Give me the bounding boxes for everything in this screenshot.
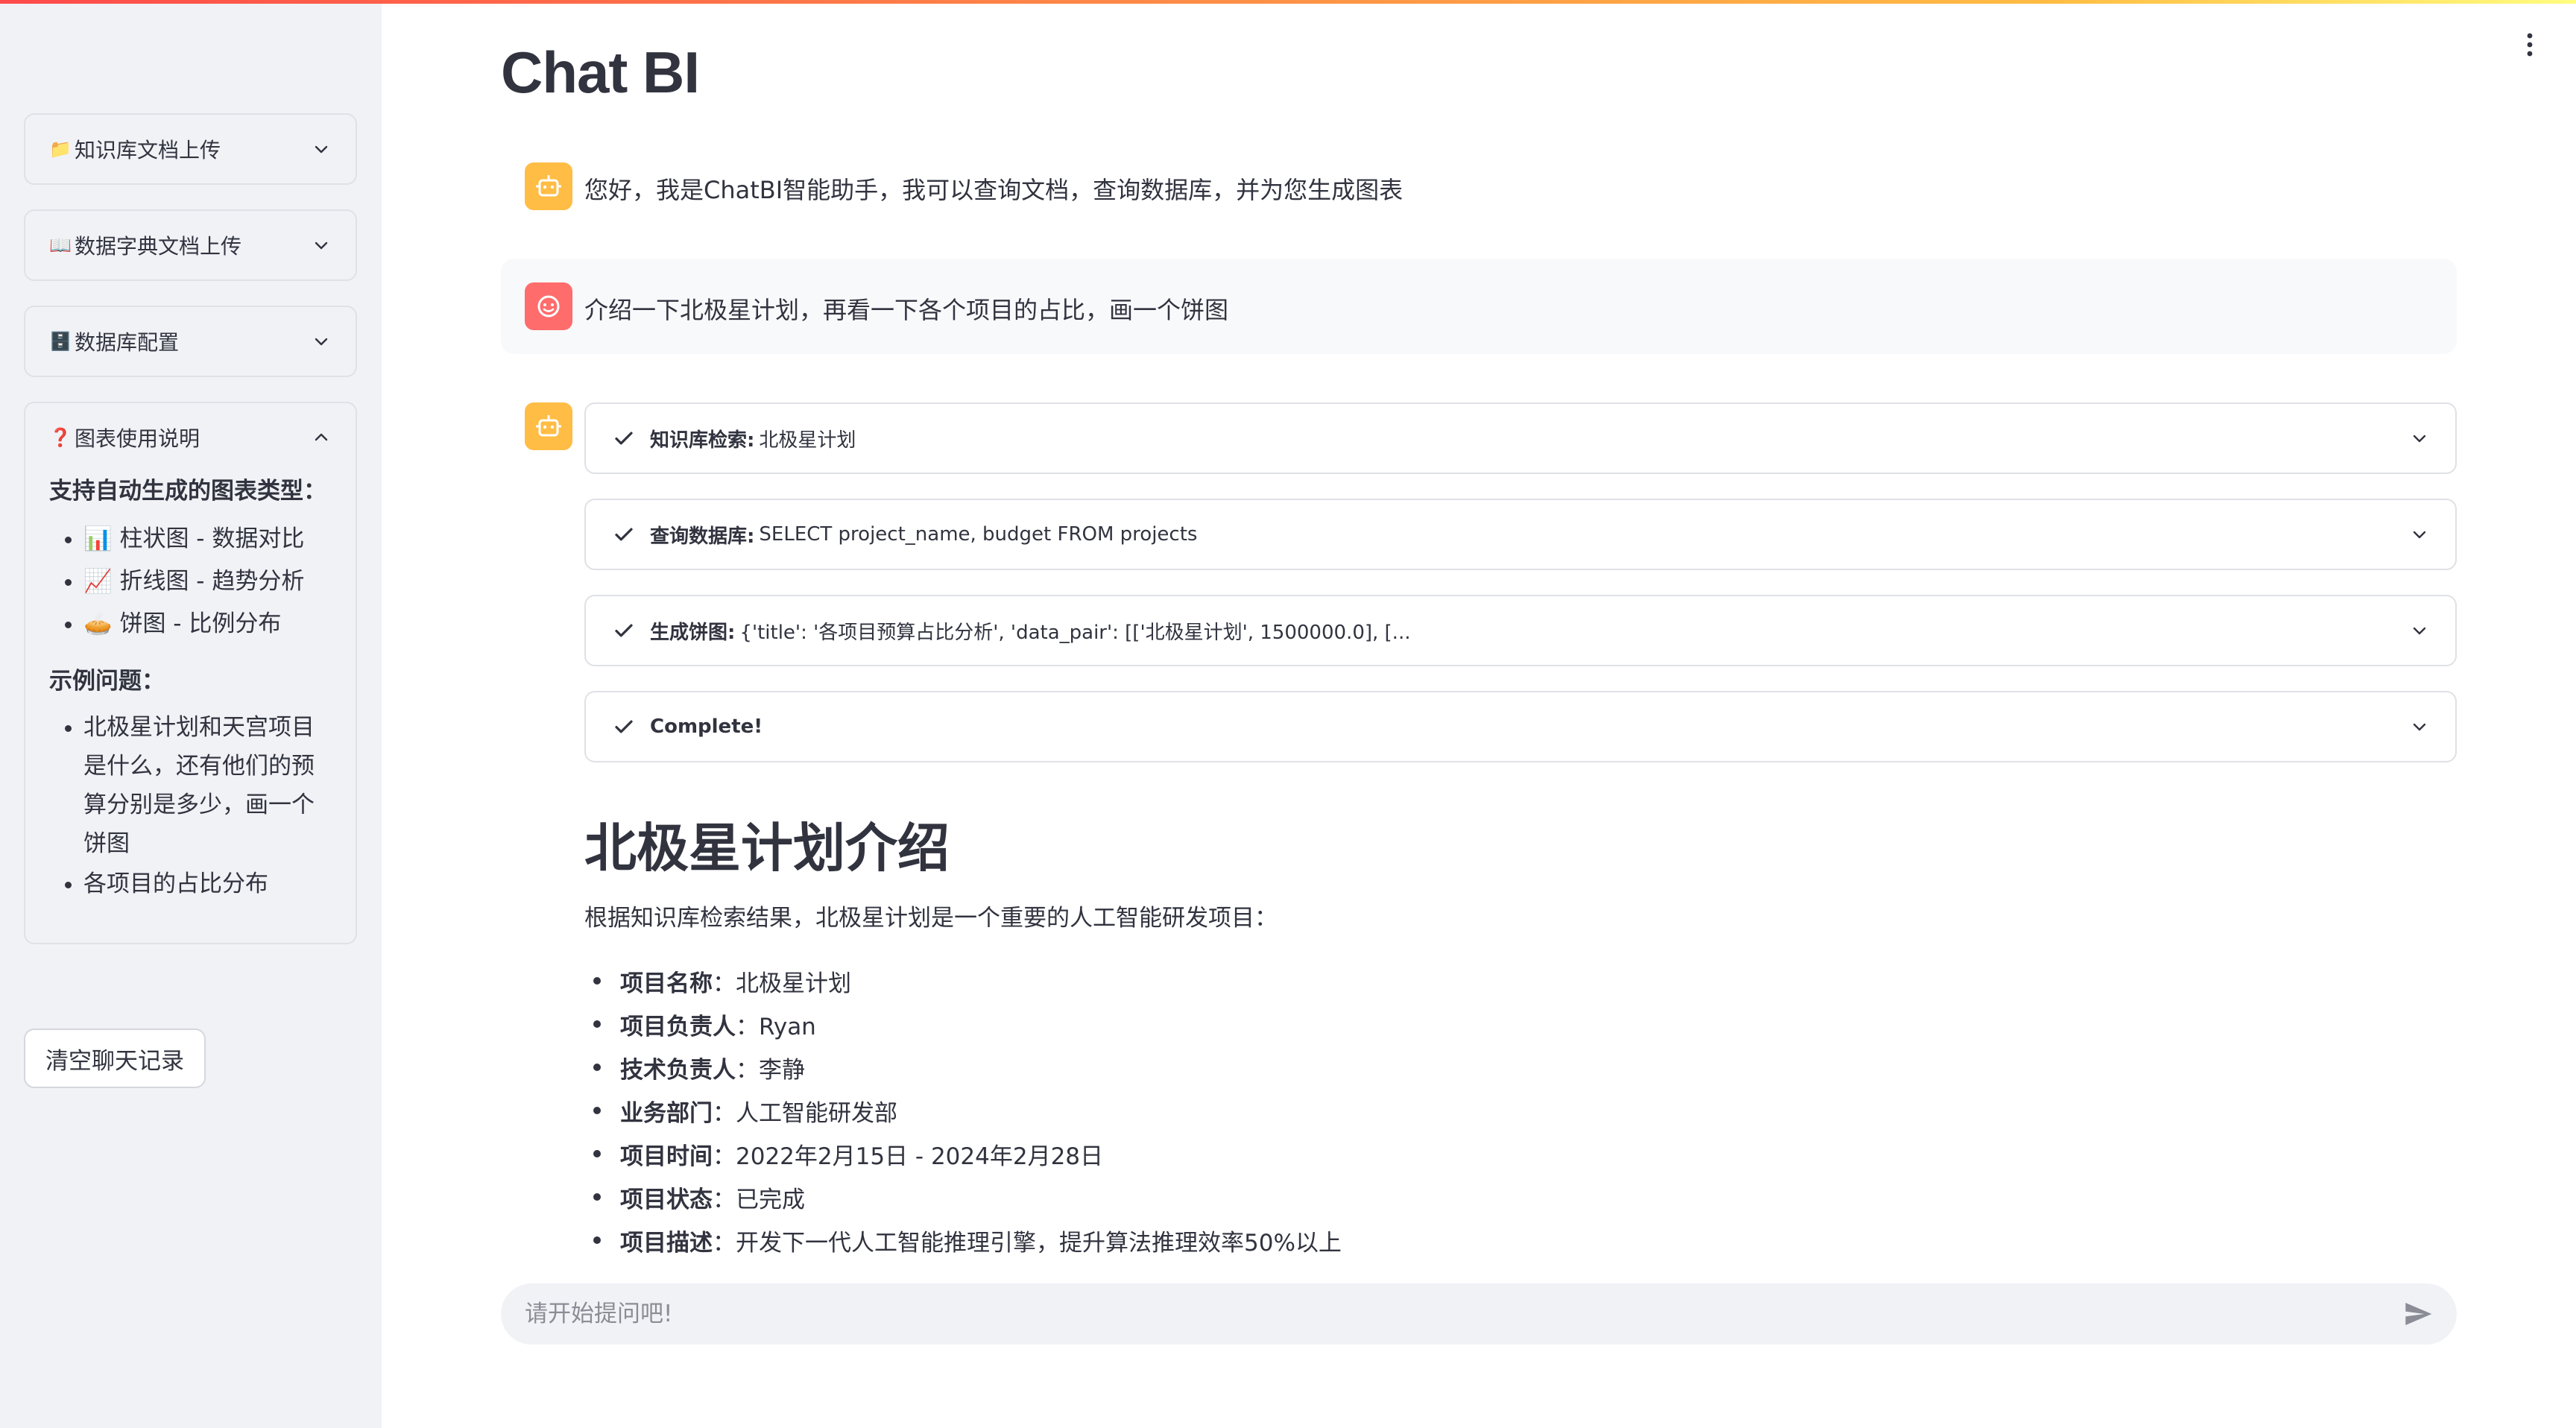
expander-label: 数据库配置 xyxy=(75,330,180,355)
detail-value: ：Ryan xyxy=(736,1013,816,1040)
assistant-greeting: 您好，我是ChatBI智能助手，我可以查询文档，查询数据库，并为您生成图表 xyxy=(584,176,1404,204)
detail-value: ：2022年2月15日 - 2024年2月28日 xyxy=(713,1143,1104,1170)
detail-value: ：北极星计划 xyxy=(713,970,851,997)
chevron-down-icon xyxy=(315,145,328,154)
detail-value: ：开发下一代人工智能推理引擎，提升算法推理效率50%以上 xyxy=(713,1229,1342,1257)
check-icon xyxy=(615,624,633,637)
expander-kb-upload[interactable]: 📁 知识库文档上传 xyxy=(24,113,357,185)
list-item: 业务部门 ：人工智能研发部 xyxy=(584,1089,1342,1132)
sidebar: 📁 知识库文档上传 📖 数据字典文档上传 🗄️ 数据库配置 ❓ 图表使用说明 支… xyxy=(0,4,382,1428)
robot-icon xyxy=(536,175,561,197)
expander-dict-upload[interactable]: 📖 数据字典文档上传 xyxy=(24,209,357,281)
chevron-down-icon xyxy=(2413,531,2426,539)
list-item: 技术负责人 ：李静 xyxy=(584,1046,1342,1089)
list-item: 北极星计划和天宫项目是什么，还有他们的预算分别是多少，画一个饼图 xyxy=(83,708,332,863)
more-vertical-icon[interactable] xyxy=(2521,31,2539,58)
chevron-up-icon xyxy=(315,433,328,441)
expander-label: 数据字典文档上传 xyxy=(75,234,242,259)
step-complete[interactable]: Complete! xyxy=(584,691,2457,762)
chevron-down-icon xyxy=(315,241,328,250)
clear-chat-button[interactable]: 清空聊天记录 xyxy=(24,1029,206,1088)
answer-heading: 北极星计划介绍 xyxy=(584,818,950,879)
examples-list: 北极星计划和天宫项目是什么，还有他们的预算分别是多少，画一个饼图 各项目的占比分… xyxy=(49,708,332,906)
detail-key: 项目时间 xyxy=(620,1143,713,1170)
robot-icon xyxy=(536,415,561,437)
step-value: {'title': '各项目预算占比分析', 'data_pair': [['北… xyxy=(739,621,1411,644)
chevron-down-icon xyxy=(2413,627,2426,635)
list-item: 📊 柱状图 - 数据对比 xyxy=(83,518,332,560)
folder-icon: 📁 xyxy=(49,139,72,159)
step-value: SELECT project_name, budget FROM project… xyxy=(759,523,1198,546)
database-icon: 🗄️ xyxy=(49,331,72,352)
page-title: Chat BI xyxy=(501,40,700,105)
expander-chart-help[interactable]: ❓ 图表使用说明 支持自动生成的图表类型： 📊 柱状图 - 数据对比 📈 折线图… xyxy=(24,402,357,944)
step-label: 知识库检索: xyxy=(650,429,755,452)
detail-key: 项目描述 xyxy=(620,1229,713,1257)
expander-label: 知识库文档上传 xyxy=(75,138,221,162)
step-kb-search[interactable]: 知识库检索: 北极星计划 xyxy=(584,402,2457,474)
list-item: 🥧 饼图 - 比例分布 xyxy=(83,603,332,645)
chevron-down-icon xyxy=(2413,435,2426,443)
step-label: Complete! xyxy=(650,715,763,738)
send-icon[interactable] xyxy=(2403,1299,2433,1329)
chevron-down-icon xyxy=(315,338,328,346)
detail-value: ：人工智能研发部 xyxy=(713,1099,897,1127)
detail-value: ：李静 xyxy=(736,1056,805,1084)
chat-input[interactable] xyxy=(525,1301,2403,1327)
list-item: 项目状态 ：已完成 xyxy=(584,1175,1342,1219)
chevron-down-icon xyxy=(2413,723,2426,731)
detail-key: 技术负责人 xyxy=(620,1056,736,1084)
chart-types-list: 📊 柱状图 - 数据对比 📈 折线图 - 趋势分析 🥧 饼图 - 比例分布 xyxy=(49,518,332,645)
check-icon xyxy=(615,720,633,733)
step-value: 北极星计划 xyxy=(759,429,856,452)
step-pie-chart[interactable]: 生成饼图: {'title': '各项目预算占比分析', 'data_pair'… xyxy=(584,595,2457,666)
user-avatar xyxy=(525,282,572,330)
list-item: 项目负责人 ：Ryan xyxy=(584,1002,1342,1046)
step-label: 生成饼图: xyxy=(650,621,736,644)
detail-key: 项目负责人 xyxy=(620,1013,736,1040)
assistant-avatar xyxy=(525,402,572,450)
detail-value: ：已完成 xyxy=(713,1186,805,1213)
list-item: 项目描述 ：开发下一代人工智能推理引擎，提升算法推理效率50%以上 xyxy=(584,1219,1342,1262)
detail-key: 业务部门 xyxy=(620,1099,713,1127)
list-item: 项目名称 ：北极星计划 xyxy=(584,959,1342,1002)
step-db-query[interactable]: 查询数据库: SELECT project_name, budget FROM … xyxy=(584,499,2457,570)
list-item: 📈 折线图 - 趋势分析 xyxy=(83,560,332,603)
chart-help-content: 支持自动生成的图表类型： 📊 柱状图 - 数据对比 📈 折线图 - 趋势分析 🥧… xyxy=(25,472,356,943)
examples-heading: 示例问题： xyxy=(49,668,165,695)
top-decoration-bar xyxy=(0,0,2576,4)
list-item: 各项目的占比分布 xyxy=(83,863,332,906)
chat-input-bar xyxy=(501,1283,2457,1345)
detail-key: 项目状态 xyxy=(620,1186,713,1213)
book-icon: 📖 xyxy=(49,235,72,256)
assistant-avatar xyxy=(525,162,572,210)
list-item: 项目时间 ：2022年2月15日 - 2024年2月28日 xyxy=(584,1132,1342,1175)
chart-types-heading: 支持自动生成的图表类型： xyxy=(49,478,326,505)
expander-label: 图表使用说明 xyxy=(75,426,201,451)
smiley-icon xyxy=(537,295,560,317)
check-icon xyxy=(615,432,633,445)
check-icon xyxy=(615,528,633,541)
detail-key: 项目名称 xyxy=(620,970,713,997)
expander-db-config[interactable]: 🗄️ 数据库配置 xyxy=(24,306,357,377)
question-mark-icon: ❓ xyxy=(49,427,72,448)
project-details-list: 项目名称 ：北极星计划 项目负责人 ：Ryan 技术负责人 ：李静 业务部门 ：人工智能… xyxy=(584,959,1342,1262)
user-message: 介绍一下北极星计划，再看一下各个项目的占比，画一个饼图 xyxy=(584,296,1229,324)
answer-intro: 根据知识库检索结果，北极星计划是一个重要的人工智能研发项目： xyxy=(584,905,1278,932)
step-label: 查询数据库: xyxy=(650,525,755,548)
